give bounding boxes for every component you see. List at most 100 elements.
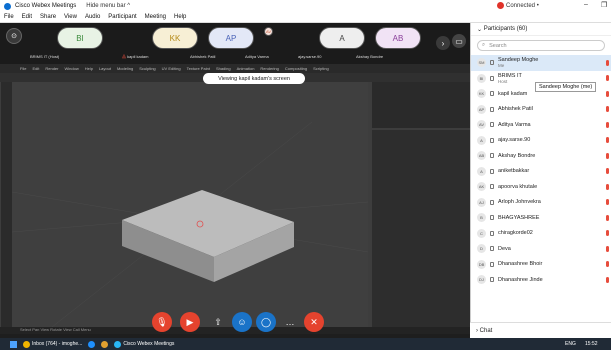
mic-muted-icon [606,152,609,159]
participant-name-block: BHAGYASHREE [498,215,539,221]
participant-name: Abhishek Patil [498,106,533,113]
participant-name-block: Arloph Johnvekra [498,199,541,205]
mic-muted-icon [606,214,609,221]
blender-menu-bar: File Edit Render Window Help Layout Mode… [0,64,470,73]
taskbar-chrome[interactable]: Inbox (764) - imoghe... [23,340,83,348]
participant-name-block: Akshay Bondre [498,153,535,159]
hide-menu-bar-button[interactable]: Hide menu bar ^ [86,3,130,9]
participant-avatar: BI [477,73,486,83]
mic-muted-icon [606,137,609,144]
participant-name-block: ajay.sarse.90 [498,137,530,143]
leave-meeting-button[interactable]: ✕ [304,312,324,332]
participant-row[interactable]: AK apoorva khutale [471,179,611,195]
menu-participant[interactable]: Participant [108,14,136,20]
mic-muted-icon [606,276,609,283]
device-icon [490,215,494,221]
participants-button[interactable]: ☺ [232,312,252,332]
taskbar-webex[interactable]: Cisco Webex Meetings [114,340,174,348]
tile-abhishek-patil[interactable]: AP [208,27,254,49]
tile-label: BRIMS IT (Host) [30,54,59,59]
layout-icon[interactable]: ▭ [452,34,466,48]
chat-section[interactable]: › Chat [470,322,611,338]
participant-row[interactable]: Cchiragkorde02 [471,226,611,242]
participant-row[interactable]: DJ Dhanashree Jinde [471,272,611,288]
participant-name: Dhanashree Bhoir [498,261,543,268]
menu-share[interactable]: Share [40,14,56,20]
participant-avatar: SM [477,58,486,68]
files-icon[interactable] [101,340,109,348]
participant-row[interactable]: DB Dhanashree Bhoir [471,257,611,273]
participant-name: ajay.sarse.90 [498,137,531,144]
blender-menu-item: Sculpting [139,66,156,71]
participant-row[interactable]: AJ Arloph Johnvekra [471,195,611,211]
chrome-icon [23,340,30,348]
chat-label: Chat [479,327,493,334]
blender-menu-item: Window [64,66,79,71]
mic-muted-icon [606,199,609,206]
participant-row[interactable]: D Deva [471,241,611,257]
windows-start-icon[interactable] [10,340,17,348]
participant-row[interactable]: Aajay.sarse.90 [471,133,611,149]
menu-audio[interactable]: Audio [85,14,100,20]
title-bar: Cisco Webex Meetings Hide menu bar ^ Con… [0,0,611,12]
menu-bar: File Edit Share View Audio Participant M… [0,12,611,23]
participant-row[interactable]: AB Akshay Bondre [471,148,611,164]
more-options-button[interactable]: … [280,312,300,332]
participants-search[interactable]: ⌕ Search [477,40,605,51]
tile-aditya-varma[interactable]: AV [264,27,273,36]
participant-name-block: aniketbakkar [498,168,529,174]
stop-video-button[interactable]: ▶ [180,312,200,332]
language-indicator[interactable]: ENG [565,341,576,347]
device-icon [490,153,494,159]
tile-kapil-kadam[interactable]: KK [152,27,198,49]
connection-status[interactable]: Connected • [497,2,539,9]
tile-label: Aditya Varma [245,54,269,59]
blender-properties [372,130,470,327]
participant-row[interactable]: AP Abhishek Patil [471,102,611,118]
next-tiles-button[interactable]: › [436,36,450,50]
blender-menu-item: Texture Paint [186,66,210,71]
participants-header[interactable]: ⌄ Participants (60) [471,23,611,36]
participant-avatar: KK [477,89,486,99]
tile-akshay-bondre[interactable]: AB [375,27,421,49]
tile-brims-it[interactable]: BI [57,27,103,49]
menu-edit[interactable]: Edit [22,14,32,20]
search-placeholder: Search [489,42,507,49]
participant-row[interactable]: SM Sandeep Moghe Me [471,55,611,71]
menu-meeting[interactable]: Meeting [145,14,166,20]
shared-screen: File Edit Render Window Help Layout Mode… [0,64,470,334]
tile-label-text: Aditya Varma [245,54,269,59]
mic-muted-icon [606,245,609,252]
device-icon [490,246,494,252]
mic-muted-icon [606,230,609,237]
taskbar: Inbox (764) - imoghe... Cisco Webex Meet… [0,338,611,350]
menu-view[interactable]: View [64,14,77,20]
chat-button[interactable]: ◯ [256,312,276,332]
edge-icon[interactable] [88,340,96,348]
share-button[interactable]: ⇧ [208,312,228,332]
participant-avatar: C [477,228,486,238]
viewport-scene [11,121,369,328]
menu-file[interactable]: File [4,14,14,20]
participants-panel: ⌄ Participants (60) ⌕ Search SM Sandeep M… [470,23,611,338]
taskbar-chrome-label: Inbox (764) - imoghe... [32,341,83,347]
participant-name: apoorva khutale [498,183,538,190]
participant-avatar: A [477,135,486,145]
menu-help[interactable]: Help [174,14,186,20]
tile-label: ⁂ kapil kadam [122,54,148,59]
tile-ajay-sarse[interactable]: A [319,27,365,49]
participant-name-block: Abhishek Patil [498,106,533,112]
blender-menu-item: Edit [32,66,40,71]
participant-tooltip: Sandeep Moghe (me) [535,82,597,92]
clock[interactable]: 15:52 [585,341,598,347]
minimize-button[interactable]: – [584,1,588,8]
self-view-icon[interactable]: ⊙ [6,28,22,44]
device-icon [490,230,494,236]
restore-button[interactable]: ❐ [601,1,607,9]
participant-name-block: Aditya Varma [498,122,531,128]
participant-row[interactable]: Aaniketbakkar [471,164,611,180]
mute-button[interactable]: 🎙 [152,312,172,332]
participant-row[interactable]: B BHAGYASHREE [471,210,611,226]
video-strip: ⊙ BI BRIMS IT (Host) KK ⁂ kapil kadam AP… [0,23,470,64]
participant-row[interactable]: AV Aditya Varma [471,117,611,133]
